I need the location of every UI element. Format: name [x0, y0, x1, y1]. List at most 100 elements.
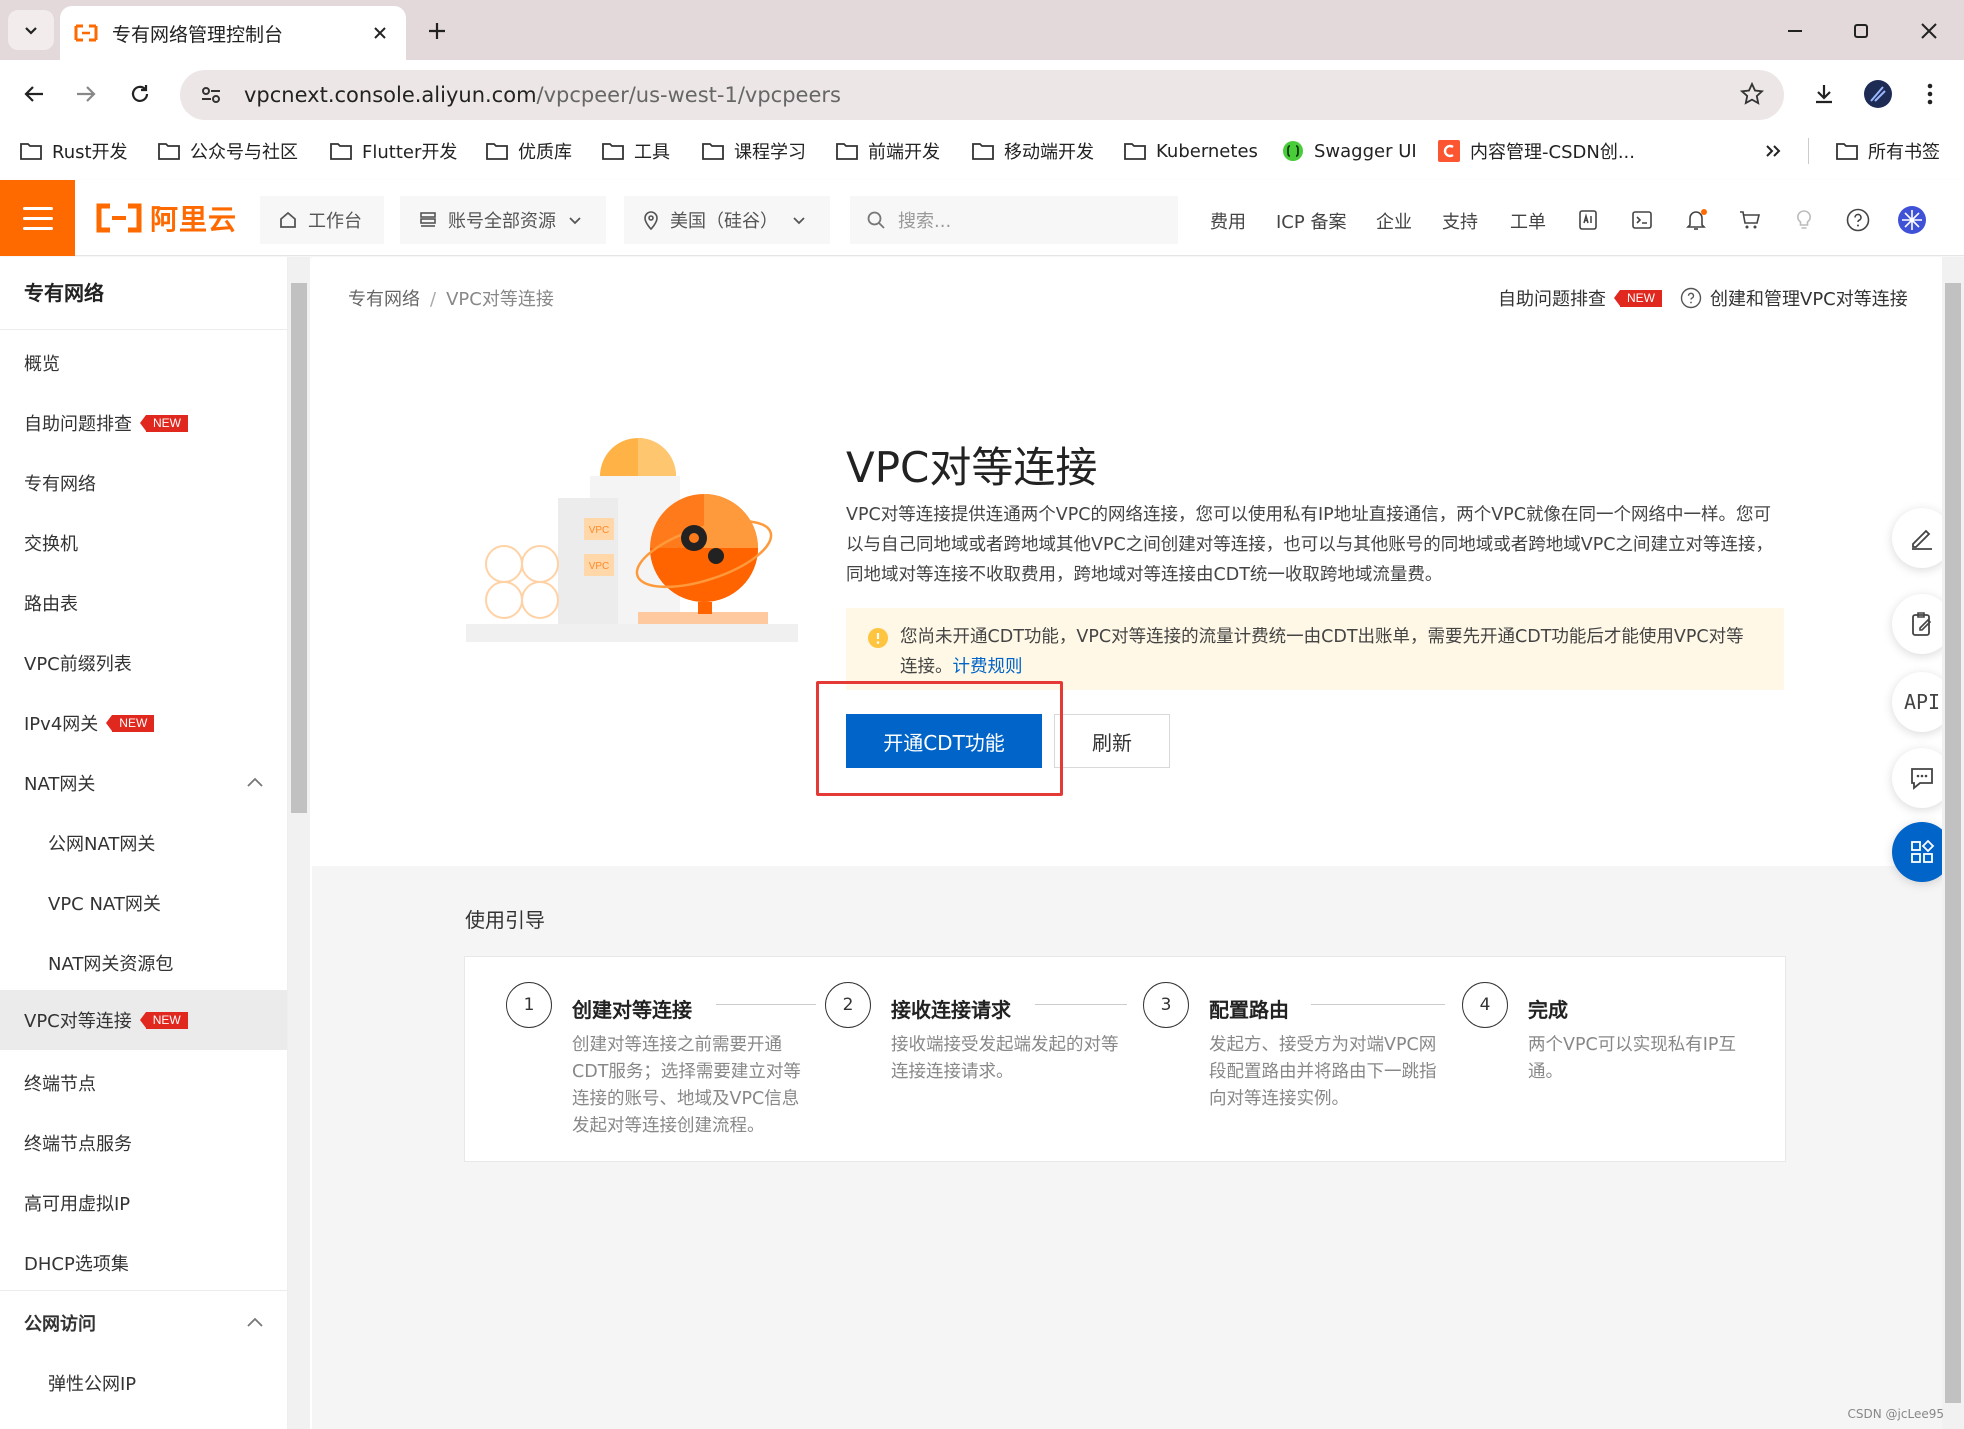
resources-dropdown[interactable]: 账号全部资源 [400, 196, 606, 244]
folder-icon [602, 143, 624, 160]
browser-tab-active[interactable]: 专有网络管理控制台 [60, 6, 406, 60]
tab-search-button[interactable] [8, 10, 54, 50]
sidebar-item-troubleshoot[interactable]: 自助问题排查 NEW [0, 395, 287, 451]
header-link-billing[interactable]: 费用 [1210, 208, 1246, 234]
step-title: 配置路由 [1209, 998, 1289, 1022]
chevron-down-icon [25, 27, 37, 35]
header-link-tickets[interactable]: 工单 [1510, 208, 1546, 234]
aliyun-logo-icon [96, 203, 142, 233]
bookmark-csdn[interactable]: 内容管理-CSDN创... [1438, 138, 1635, 164]
region-dropdown[interactable]: 美国（硅谷） [624, 196, 830, 244]
new-badge: NEW [106, 714, 155, 732]
folder-icon [1836, 143, 1858, 160]
ai-assistant-icon[interactable] [1572, 204, 1604, 236]
step-number: 1 [506, 982, 552, 1028]
folder-icon [836, 143, 858, 160]
breadcrumb-root[interactable]: 专有网络 [348, 289, 420, 310]
tab-close-icon[interactable] [368, 21, 392, 45]
close-icon [1921, 23, 1937, 39]
profile-avatar[interactable] [1858, 74, 1898, 114]
back-button[interactable] [14, 74, 54, 114]
sidebar-item-endpoint-service[interactable]: 终端节点服务 [0, 1115, 287, 1171]
url-path: /vpcpeer/us-west-1/vpcpeers [536, 83, 841, 107]
sidebar-item-havip[interactable]: 高可用虚拟IP [0, 1175, 287, 1231]
help-icon[interactable] [1842, 204, 1874, 236]
troubleshoot-link[interactable]: 自助问题排查 NEW [1498, 285, 1662, 311]
bookmark-swagger[interactable]: Swagger UI [1282, 138, 1417, 164]
console-search-input[interactable]: 搜索... [850, 196, 1178, 244]
sidebar-item-dhcp[interactable]: DHCP选项集 [0, 1235, 287, 1291]
bookmark-folder-kubernetes[interactable]: Kubernetes [1124, 138, 1258, 164]
bookmark-folder-libs[interactable]: 优质库 [486, 138, 572, 164]
all-bookmarks-button[interactable]: 所有书签 [1836, 138, 1940, 164]
bookmark-star-icon[interactable] [1739, 81, 1765, 110]
bookmark-folder-community[interactable]: 公众号与社区 [158, 138, 298, 164]
bookmarks-overflow-button[interactable] [1764, 138, 1792, 164]
sidebar-item-route-table[interactable]: 路由表 [0, 575, 287, 631]
double-chevron-right-icon [1766, 145, 1781, 157]
billing-rules-link[interactable]: 计费规则 [953, 657, 1023, 677]
step-number: 4 [1462, 982, 1508, 1028]
minimize-icon [1788, 30, 1802, 32]
sidebar-item-nat-package[interactable]: NAT网关资源包 [0, 935, 287, 991]
step-title: 完成 [1528, 998, 1568, 1022]
aliyun-logo[interactable]: 阿里云 [96, 200, 237, 236]
folder-icon [20, 143, 42, 160]
maximize-button[interactable] [1844, 14, 1878, 48]
sidebar-item-vpc-nat[interactable]: VPC NAT网关 [0, 875, 287, 931]
sidebar-item-public-nat[interactable]: 公网NAT网关 [0, 815, 287, 871]
sidebar-scrollbar[interactable] [288, 257, 310, 1429]
sidebar-item-overview[interactable]: 概览 [0, 335, 287, 391]
header-link-support[interactable]: 支持 [1442, 208, 1478, 234]
sidebar-divider [0, 329, 287, 330]
download-icon [1816, 85, 1832, 104]
bookmark-folder-courses[interactable]: 课程学习 [702, 138, 806, 164]
sidebar-group-public-access[interactable]: 公网访问 [0, 1295, 287, 1351]
alert-text: 您尚未开通CDT功能，VPC对等连接的流量计费统一由CDT出账单，需要先开通CD… [900, 622, 1760, 690]
header-link-icp[interactable]: ICP 备案 [1276, 208, 1346, 234]
bookmark-folder-frontend[interactable]: 前端开发 [836, 138, 940, 164]
minimize-button[interactable] [1778, 14, 1812, 48]
sidebar-item-endpoint[interactable]: 终端节点 [0, 1055, 287, 1111]
step-number: 3 [1143, 982, 1189, 1028]
main-scrollbar[interactable] [1942, 257, 1964, 1429]
products-menu-button[interactable] [0, 180, 75, 256]
forward-button[interactable] [66, 74, 106, 114]
bookmark-folder-mobile[interactable]: 移动端开发 [972, 138, 1094, 164]
search-placeholder: 搜索... [898, 211, 952, 232]
logo-text: 阿里云 [150, 203, 238, 236]
sidebar-item-vpc[interactable]: 专有网络 [0, 455, 287, 511]
new-tab-button[interactable] [420, 14, 454, 48]
stack-icon [420, 212, 436, 227]
tab-title: 专有网络管理控制台 [112, 23, 284, 46]
downloads-button[interactable] [1804, 74, 1844, 114]
reload-icon [131, 85, 149, 102]
cart-icon[interactable] [1734, 204, 1766, 236]
lightbulb-icon[interactable] [1788, 204, 1820, 236]
cloud-shell-icon[interactable] [1626, 204, 1658, 236]
browser-menu-button[interactable] [1910, 74, 1950, 114]
address-bar[interactable]: vpcnext.console.aliyun.com/vpcpeer/us-we… [180, 70, 1784, 120]
bookmark-folder-rust[interactable]: Rust开发 [20, 138, 128, 164]
illustration-label: VPC [589, 525, 610, 536]
sidebar-group-nat-gateway[interactable]: NAT网关 [0, 755, 287, 811]
sidebar-item-vswitch[interactable]: 交换机 [0, 515, 287, 571]
bookmark-folder-flutter[interactable]: Flutter开发 [330, 138, 457, 164]
user-avatar-icon[interactable] [1896, 204, 1928, 236]
close-window-button[interactable] [1912, 14, 1946, 48]
scrollbar-thumb[interactable] [291, 283, 307, 813]
reload-button[interactable] [120, 74, 160, 114]
sidebar-item-vpc-peering[interactable]: VPC对等连接 NEW [0, 990, 287, 1050]
scrollbar-thumb[interactable] [1945, 283, 1961, 1403]
clipboard-edit-icon [1912, 612, 1932, 636]
header-link-enterprise[interactable]: 企业 [1376, 208, 1412, 234]
menu-line [22, 206, 53, 210]
workbench-button[interactable]: 工作台 [260, 196, 384, 244]
sidebar-item-ipv4-gateway[interactable]: IPv4网关 NEW [0, 695, 287, 751]
bookmark-folder-tools[interactable]: 工具 [602, 138, 670, 164]
refresh-button[interactable]: 刷新 [1054, 714, 1170, 768]
sidebar-item-eip[interactable]: 弹性公网IP [0, 1355, 287, 1411]
sidebar-item-prefix-list[interactable]: VPC前缀列表 [0, 635, 287, 691]
help-doc-link[interactable]: 创建和管理VPC对等连接 [1680, 285, 1908, 311]
notification-bell-icon[interactable] [1680, 204, 1712, 236]
